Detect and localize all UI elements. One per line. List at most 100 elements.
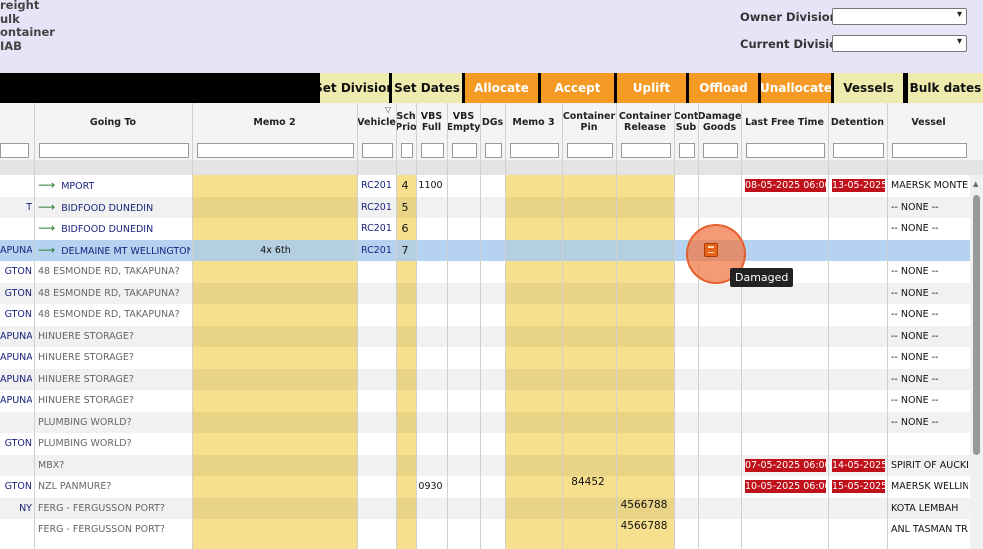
column-header[interactable]: VBS Full bbox=[416, 103, 447, 141]
column-header[interactable]: Container Pin bbox=[562, 103, 616, 141]
column-filter-input[interactable] bbox=[421, 143, 444, 158]
toolbar-button-unallocate[interactable]: Unallocate bbox=[758, 73, 831, 103]
column-filter-input[interactable] bbox=[197, 143, 354, 158]
column-filter-input[interactable] bbox=[746, 143, 825, 158]
cell-to: HINUERE STORAGE? bbox=[38, 395, 134, 406]
toolbar-button-bulk-dates[interactable]: Bulk dates bbox=[905, 73, 983, 103]
table-row[interactable]: APUNA HINUERE STORAGE? -- NONE -- bbox=[0, 368, 970, 391]
column-header[interactable]: Sch Prio bbox=[396, 103, 416, 141]
cell-memo2 bbox=[196, 433, 355, 455]
going-to-text: MPORT bbox=[61, 181, 95, 192]
cell-sch bbox=[396, 369, 414, 391]
cell-vessel: -- NONE -- bbox=[891, 416, 939, 428]
table-row[interactable]: MBX? 07-05-2025 06:00 14-05-2025 SPIRIT OF … bbox=[0, 454, 970, 477]
table-row[interactable]: GTON NZL PANMURE? 0930 84452 10-05-2025 06:0… bbox=[0, 476, 970, 498]
table-row[interactable]: ⟶ MPORT RC201 4 1100 08-05-2025 06:00 13-05-20… bbox=[0, 175, 970, 197]
column-header[interactable]: Container Release bbox=[616, 103, 674, 141]
table-row[interactable]: GTON 48 ESMONDE RD, TAKAPUNA? -- NONE -- bbox=[0, 282, 970, 304]
column-filter-input[interactable] bbox=[567, 143, 613, 158]
cell-memo2 bbox=[196, 519, 355, 541]
cell-vehicle: RC201 bbox=[361, 223, 392, 234]
cell-sch bbox=[396, 390, 414, 412]
package-icon[interactable] bbox=[704, 243, 718, 257]
cell-memo2: 4x 6th bbox=[260, 244, 291, 256]
column-filter-input[interactable] bbox=[0, 143, 29, 158]
column-header[interactable]: Damage Goods bbox=[698, 103, 741, 141]
table-row[interactable]: ⟶ BIDFOOD DUNEDIN RC201 6 -- NONE -- bbox=[0, 218, 970, 240]
column-header[interactable]: DGs bbox=[480, 103, 505, 141]
cell-vbs-full bbox=[416, 347, 445, 369]
column-header[interactable] bbox=[0, 103, 34, 141]
toolbar-button-set-dates[interactable]: Set Dates bbox=[389, 73, 462, 103]
table-row[interactable]: GTON PLUMBING WORLD? bbox=[0, 433, 970, 455]
cell-vbs-full bbox=[416, 261, 445, 283]
cell-vehicle: RC201 bbox=[361, 244, 392, 256]
column-filter-input[interactable] bbox=[485, 143, 502, 158]
table-row[interactable]: T ⟶ BIDFOOD DUNEDIN RC201 5 -- NONE -- bbox=[0, 196, 970, 218]
sort-indicator-icon[interactable]: ▽ bbox=[385, 105, 391, 114]
cell-vbs-full bbox=[416, 519, 445, 541]
table-row[interactable]: GTON 48 ESMONDE RD, TAKAPUNA? -- NONE -- bbox=[0, 261, 970, 283]
cell-last-free-time: 07-05-2025 06:00 bbox=[745, 458, 826, 472]
cell-to: PLUMBING WORLD? bbox=[38, 416, 132, 428]
column-filter-input[interactable] bbox=[510, 143, 559, 158]
cell-pin bbox=[562, 494, 614, 516]
cell-to: HINUERE STORAGE? bbox=[38, 330, 134, 342]
cell-memo2 bbox=[196, 412, 355, 434]
cell-vbs-full bbox=[416, 390, 445, 412]
column-header[interactable]: Memo 3 bbox=[505, 103, 562, 141]
column-filter-input[interactable] bbox=[621, 143, 671, 158]
scrollbar-thumb[interactable] bbox=[973, 195, 980, 455]
column-header[interactable]: Cont Sub bbox=[674, 103, 698, 141]
column-divider bbox=[616, 103, 617, 549]
table-row[interactable]: PLUMBING WORLD? -- NONE -- bbox=[0, 411, 970, 434]
cell-from: GTON bbox=[4, 266, 32, 277]
cell-to: MBX? bbox=[38, 459, 65, 471]
cell-vessel: -- NONE -- bbox=[891, 395, 939, 406]
column-filter-input[interactable] bbox=[833, 143, 884, 158]
cell-memo2 bbox=[196, 261, 355, 283]
cell-release bbox=[616, 430, 672, 452]
column-divider bbox=[741, 103, 742, 549]
column-header[interactable]: VBS Empty bbox=[447, 103, 480, 141]
cell-vbs-full bbox=[416, 455, 445, 477]
cell-last-free-time: 10-05-2025 06:00 bbox=[745, 480, 826, 493]
cell-pin bbox=[562, 343, 614, 365]
column-header[interactable]: Last Free Time bbox=[741, 103, 828, 141]
cell-release bbox=[616, 301, 672, 323]
column-header[interactable]: Detention bbox=[828, 103, 887, 141]
column-header[interactable]: Going To bbox=[34, 103, 192, 141]
column-filter-input[interactable] bbox=[679, 143, 695, 158]
toolbar-button-offload[interactable]: Offload bbox=[686, 73, 758, 103]
column-filter-input[interactable] bbox=[703, 143, 738, 158]
column-filter-input[interactable] bbox=[362, 143, 393, 158]
toolbar-button-vessels[interactable]: Vessels bbox=[831, 73, 903, 103]
cell-vessel: KOTA LEMBAH bbox=[891, 502, 959, 514]
toolbar-button-accept[interactable]: Accept bbox=[538, 73, 614, 103]
column-filter-input[interactable] bbox=[39, 143, 189, 158]
toolbar-button-uplift[interactable]: Uplift bbox=[614, 73, 686, 103]
table-row[interactable]: GTON 48 ESMONDE RD, TAKAPUNA? -- NONE -- bbox=[0, 304, 970, 326]
cell-release: 4566788 bbox=[620, 498, 668, 511]
current-division-select[interactable]: ▾ bbox=[832, 35, 967, 52]
column-filter-input[interactable] bbox=[401, 143, 413, 158]
cell-sch: 5 bbox=[401, 200, 409, 214]
table-row[interactable]: FERG - FERGUSSON PORT? 4566788 ANL TASMAN … bbox=[0, 519, 970, 541]
scroll-up-icon[interactable]: ▲ bbox=[973, 180, 978, 188]
column-header[interactable]: Vessel bbox=[887, 103, 970, 141]
table-row[interactable]: APUNA HINUERE STORAGE? -- NONE -- bbox=[0, 325, 970, 347]
owner-division-select[interactable]: ▾ bbox=[832, 8, 967, 25]
table-row[interactable]: NY FERG - FERGUSSON PORT? 4566788 KOTA LEMB… bbox=[0, 497, 970, 519]
toolbar-button-allocate[interactable]: Allocate bbox=[462, 73, 538, 103]
cell-release bbox=[616, 473, 672, 495]
table-row[interactable]: APUNA HINUERE STORAGE? -- NONE -- bbox=[0, 347, 970, 369]
column-filter-input[interactable] bbox=[452, 143, 477, 158]
toolbar-button-set-division[interactable]: Set Division bbox=[317, 73, 389, 103]
legend-line: ulk bbox=[0, 11, 20, 26]
column-header[interactable]: Memo 2 bbox=[192, 103, 357, 141]
cell-vessel: -- NONE -- bbox=[891, 373, 939, 385]
column-filter-input[interactable] bbox=[892, 143, 967, 158]
table-row[interactable]: APUNA HINUERE STORAGE? -- NONE -- bbox=[0, 390, 970, 412]
table-row[interactable]: APUNA ⟶ DELMAINE MT WELLINGTON 4x 6th RC201 7 bbox=[0, 239, 970, 261]
cell-vessel: -- NONE -- bbox=[891, 266, 939, 277]
